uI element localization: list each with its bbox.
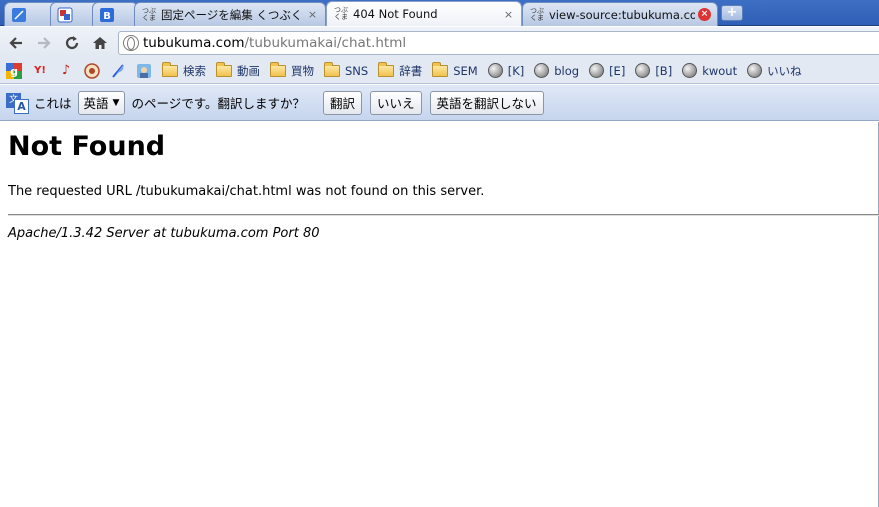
bookmark-blog[interactable]: blog <box>534 61 579 81</box>
close-icon[interactable]: × <box>306 8 319 21</box>
bookmark-e[interactable]: [E] <box>589 61 625 81</box>
error-message: The requested URL /tubukumakai/chat.html… <box>8 184 485 199</box>
bookmark-folder-sem[interactable]: SEM <box>432 61 478 81</box>
bookmark-label: SNS <box>345 63 369 78</box>
bookmark-label: 検索 <box>183 63 206 78</box>
back-arrow-icon <box>9 37 22 49</box>
bookmark-label: [K] <box>507 63 525 78</box>
globe-icon <box>747 63 763 78</box>
forward-button[interactable] <box>33 32 55 54</box>
folder-icon <box>324 61 340 77</box>
globe-icon <box>534 63 550 78</box>
bookmark-label: kwout <box>702 63 738 78</box>
globe-icon <box>682 63 698 78</box>
bookmark-photo[interactable] <box>136 61 152 81</box>
bookmark-feather[interactable] <box>110 61 126 81</box>
forward-arrow-icon <box>38 37 51 49</box>
home-icon <box>93 37 107 49</box>
tsubukuma-favicon: つぶ くま <box>530 6 544 22</box>
bookmark-label: 辞書 <box>399 63 423 78</box>
never-translate-button[interactable]: 英語を翻訳しない <box>429 90 544 115</box>
home-button[interactable] <box>89 32 111 54</box>
url-path: /tubukumakai/chat.html <box>244 35 407 51</box>
translate-icon: 文A <box>6 91 30 115</box>
bookmark-label: 動画 <box>237 63 260 78</box>
tab-404-not-found[interactable]: つぶ くま 404 Not Found × <box>326 1 522 26</box>
tab-b[interactable]: B <box>92 2 138 26</box>
badge-icon <box>84 62 100 79</box>
bookmark-google[interactable]: g <box>6 61 22 81</box>
bookmark-k[interactable]: [K] <box>487 61 525 81</box>
bookmarks-bar: g Y! ♪ 検索 動画 買物 SNS 辞書 SEM [K] blog [E] … <box>0 58 879 84</box>
bookmark-kwout[interactable]: kwout <box>682 61 737 81</box>
translate-button[interactable]: 翻訳 <box>322 90 362 115</box>
divider <box>8 214 879 216</box>
close-icon[interactable]: × <box>502 8 515 21</box>
page-content: Not Found The requested URL /tubukumakai… <box>0 122 879 507</box>
tsubukuma-favicon: つぶ くま <box>334 6 348 21</box>
reload-icon <box>65 36 79 50</box>
globe-icon <box>589 63 605 78</box>
page-title: Not Found <box>8 131 166 162</box>
bookmark-b[interactable]: [B] <box>635 61 672 81</box>
bookmark-yahoo[interactable]: Y! <box>32 61 48 81</box>
svg-text:B: B <box>103 11 111 22</box>
globe-icon <box>123 35 139 51</box>
b-icon: B <box>99 7 115 23</box>
bookmark-label: [E] <box>609 63 626 78</box>
folder-icon <box>378 61 395 77</box>
new-tab-button[interactable]: + <box>721 5 743 21</box>
google-icon: g <box>6 62 22 79</box>
dropdown-arrow-icon: ▼ <box>112 97 120 108</box>
reload-button[interactable] <box>61 32 83 54</box>
folder-icon <box>216 61 232 77</box>
tab-title: 固定ページを編集 くつぶくま - <box>161 7 303 22</box>
folder-icon <box>162 61 178 77</box>
bookmark-folder-dictionary[interactable]: 辞書 <box>378 61 422 81</box>
bookmark-folder-video[interactable]: 動画 <box>216 61 260 81</box>
gadget-icon <box>57 7 73 23</box>
svg-text:g: g <box>10 65 18 78</box>
bookmark-iine[interactable]: いいね <box>747 61 802 81</box>
bookmark-label: SEM <box>453 63 478 78</box>
tab-title: 404 Not Found <box>353 7 438 21</box>
language-select[interactable]: 英語 ▼ <box>77 90 126 115</box>
photo-icon <box>136 63 152 79</box>
bookmark-folder-sns[interactable]: SNS <box>324 61 368 81</box>
back-button[interactable] <box>5 32 27 54</box>
url-host: tubukuma.com <box>143 35 245 51</box>
server-signature: Apache/1.3.42 Server at tubukuma.com Por… <box>8 226 320 241</box>
bookmark-music[interactable]: ♪ <box>58 61 74 81</box>
tab-edit-page[interactable]: つぶくま 固定ページを編集 くつぶくま - × <box>134 2 326 26</box>
close-icon[interactable]: × <box>698 8 711 21</box>
translate-suffix: のページです。翻訳しますか？ <box>131 96 305 111</box>
translate-infobar: 文A これは 英語 ▼ のページです。翻訳しますか？ 翻訳 いいえ 英語を翻訳し… <box>0 85 879 121</box>
address-bar[interactable]: tubukuma.com/tubukumakai/chat.html <box>118 31 879 55</box>
bookmark-folder-shopping[interactable]: 買物 <box>270 61 314 81</box>
tab-view-source[interactable]: つぶくま view-source:tubukuma.com/ × <box>522 2 718 26</box>
bookmark-badge[interactable] <box>84 61 100 81</box>
feather-icon <box>110 63 126 79</box>
tab-title: view-source:tubukuma.com/ <box>549 7 695 22</box>
language-value: 英語 <box>83 96 109 111</box>
no-button[interactable]: いいえ <box>369 90 422 115</box>
tsubukuma-favicon: つぶ くま <box>142 6 156 22</box>
tab-strip: B つぶくま 固定ページを編集 くつぶくま - × つぶくま 404 Not F… <box>0 0 879 26</box>
bookmark-label: 買物 <box>291 63 314 78</box>
globe-icon <box>635 63 651 78</box>
globe-icon <box>487 63 503 78</box>
bookmark-label: blog <box>554 63 580 78</box>
folder-icon <box>432 61 449 77</box>
yahoo-icon: Y! <box>34 65 46 76</box>
bookmark-label: いいね <box>767 63 802 78</box>
bookmark-label: [B] <box>655 63 673 78</box>
music-icon: ♪ <box>61 63 71 78</box>
bookmark-folder-search[interactable]: 検索 <box>162 61 206 81</box>
folder-icon <box>270 61 286 77</box>
toolbar: tubukuma.com/tubukumakai/chat.html <box>0 27 879 58</box>
translate-prefix: これは <box>34 96 72 111</box>
feather-icon <box>11 7 27 23</box>
